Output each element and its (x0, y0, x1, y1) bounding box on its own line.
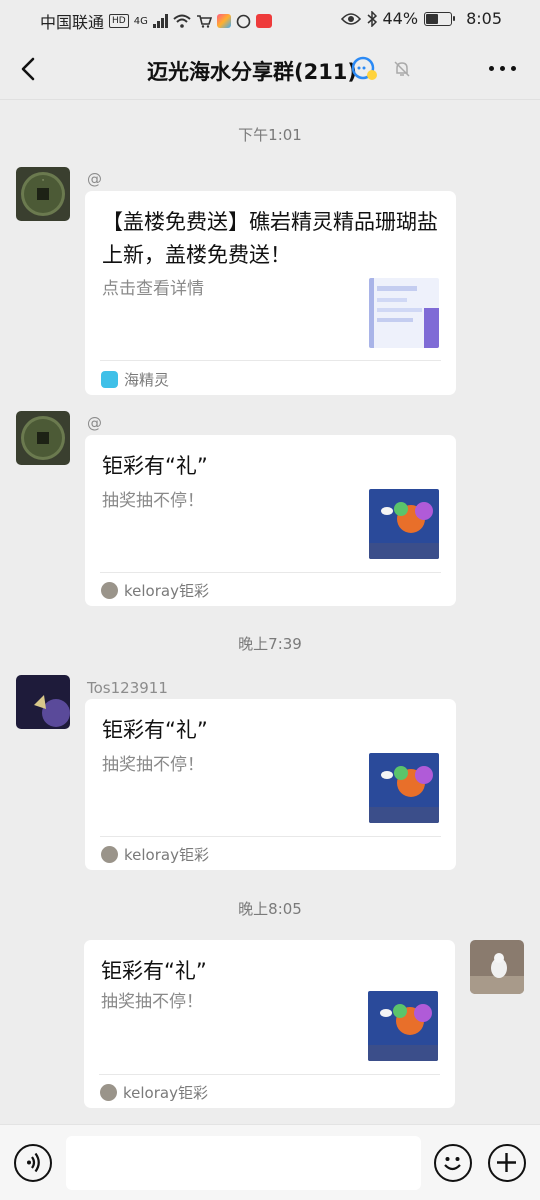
message-input[interactable] (66, 1136, 421, 1190)
source-label: keloray钜彩 (124, 582, 209, 600)
card-thumbnail (369, 753, 439, 823)
card-source: keloray钜彩 (101, 844, 209, 865)
card-divider (100, 836, 441, 837)
battery-icon (424, 11, 456, 26)
app-source-icon (100, 1084, 117, 1101)
voice-button[interactable] (14, 1144, 52, 1182)
emoji-button[interactable] (434, 1144, 472, 1182)
wifi-icon (173, 14, 191, 28)
card-title: 钜彩有“礼” (102, 454, 208, 478)
reef-thumbnail-icon (368, 991, 438, 1061)
more-icon[interactable] (489, 66, 516, 71)
purple-avatar-icon (16, 675, 70, 729)
app-icon (216, 14, 231, 28)
reef-thumbnail-icon (369, 753, 439, 823)
coin-avatar-icon (16, 411, 70, 465)
app-source-icon (101, 371, 118, 388)
avatar[interactable] (16, 675, 70, 729)
status-bar: 中国联通 HD 4G 44% 8:05 (0, 0, 540, 38)
card-source: keloray钜彩 (101, 580, 209, 601)
link-card[interactable]: 钜彩有“礼” 抽奖抽不停！ keloray钜彩 (85, 699, 456, 870)
carrier-label: 中国联通 (40, 13, 105, 32)
card-title: 【盖楼免费送】礁岩精灵精品珊瑚盐上新，盖楼免费送！ (102, 210, 438, 267)
source-label: keloray钜彩 (124, 846, 209, 864)
ring-app-icon (236, 14, 251, 28)
clock: 8:05 (466, 9, 502, 28)
group-name: 迈光海水分享群(211) (146, 60, 358, 84)
battery-percent: 44% (382, 9, 419, 28)
card-title: 钜彩有“礼” (102, 718, 208, 742)
time-label: 下午1:01 (238, 126, 302, 144)
card-description: 点击查看详情 (102, 279, 204, 299)
link-card[interactable]: 【盖楼免费送】礁岩精灵精品珊瑚盐上新，盖楼免费送！ 点击查看详情 海精灵 (85, 191, 456, 395)
bluetooth-icon (367, 10, 377, 27)
card-description: 抽奖抽不停！ (101, 992, 203, 1012)
plus-icon (497, 1153, 516, 1172)
card-divider (100, 572, 441, 573)
card-divider (99, 1074, 440, 1075)
input-bar (0, 1124, 540, 1200)
coin-avatar-icon: · (16, 167, 70, 221)
eye-icon (340, 12, 361, 25)
card-title: 钜彩有“礼” (101, 959, 207, 983)
signal-icon (152, 14, 168, 28)
red-app-icon (255, 14, 272, 28)
card-thumbnail (369, 278, 439, 348)
app-source-icon (101, 582, 118, 599)
figurine-avatar-icon (470, 940, 524, 994)
network-label: 4G (133, 15, 148, 27)
card-description: 抽奖抽不停！ (102, 755, 204, 775)
link-card[interactable]: 钜彩有“礼” 抽奖抽不停！ keloray钜彩 (84, 940, 455, 1108)
reef-thumbnail-icon (369, 489, 439, 559)
time-label: 晚上7:39 (238, 635, 302, 653)
cart-app-icon (196, 15, 212, 28)
avatar[interactable] (16, 411, 70, 465)
source-label: keloray钜彩 (123, 1084, 208, 1102)
group-bubble-icon (351, 56, 377, 80)
source-label: 海精灵 (124, 371, 170, 389)
hd-badge: HD (109, 14, 129, 28)
sender-name: @ (87, 170, 102, 188)
my-avatar[interactable] (470, 940, 524, 994)
card-thumbnail (368, 991, 438, 1061)
app-source-icon (101, 846, 118, 863)
sender-name: @ (87, 414, 102, 432)
document-thumbnail-icon (369, 278, 439, 348)
card-source: keloray钜彩 (100, 1082, 208, 1103)
card-description: 抽奖抽不停！ (102, 491, 204, 511)
voice-icon (27, 1152, 40, 1173)
svg-text:·: · (42, 176, 45, 186)
link-card[interactable]: 钜彩有“礼” 抽奖抽不停！ keloray钜彩 (85, 435, 456, 606)
chat-header: 迈光海水分享群(211) (0, 38, 540, 100)
time-label: 晚上8:05 (238, 900, 302, 918)
card-source: 海精灵 (101, 369, 169, 390)
card-thumbnail (369, 489, 439, 559)
sender-name: Tos123911 (87, 679, 168, 697)
card-divider (100, 360, 441, 361)
page-title: 迈光海水分享群(211) (0, 56, 540, 86)
mute-bell-icon (394, 61, 410, 77)
avatar[interactable]: · (16, 167, 70, 221)
emoji-icon (444, 1157, 461, 1171)
more-functions-button[interactable] (488, 1144, 526, 1182)
